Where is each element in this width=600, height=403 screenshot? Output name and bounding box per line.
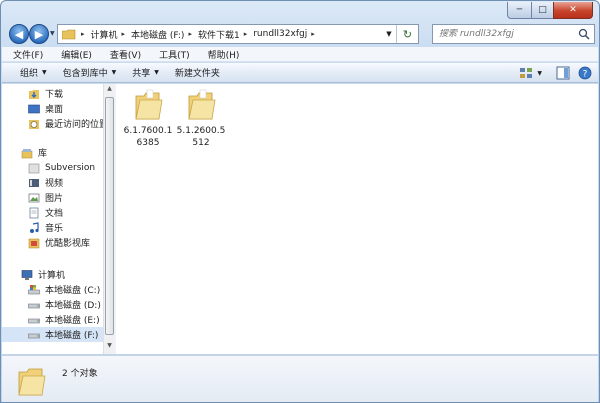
- file-name: 6.1.7600.16385: [123, 126, 173, 148]
- scrollbar-thumb[interactable]: [105, 97, 114, 335]
- menu-file[interactable]: 文件(F): [2, 48, 50, 61]
- music-icon: [30, 221, 39, 233]
- chevron-down-icon[interactable]: ▼: [537, 70, 542, 77]
- picture-icon: [28, 193, 40, 202]
- file-name: 5.1.2600.5512: [176, 126, 226, 148]
- sidebar-item-documents[interactable]: 文档: [2, 205, 103, 220]
- sidebar-item-music[interactable]: 音乐: [2, 220, 103, 235]
- preview-pane-icon[interactable]: [556, 66, 570, 80]
- file-item-folder[interactable]: 5.1.2600.5512: [175, 88, 227, 149]
- chevron-down-icon: ▼: [111, 69, 117, 76]
- forward-arrow-icon: ▶: [34, 27, 44, 41]
- caption-buttons: ─ □ ✕: [507, 2, 593, 19]
- refresh-icon: ↻: [402, 27, 413, 41]
- computer-icon: [21, 269, 33, 280]
- sidebar-item-desktop[interactable]: 桌面: [2, 101, 103, 116]
- breadcrumb-separator[interactable]: ▸: [311, 30, 315, 38]
- library-icon: [21, 148, 33, 158]
- desktop-icon: [28, 104, 40, 113]
- youku-library-icon: [28, 238, 40, 248]
- menu-tools[interactable]: 工具(T): [148, 48, 197, 61]
- refresh-button[interactable]: ↻: [396, 25, 418, 43]
- help-icon[interactable]: ?: [578, 66, 592, 80]
- details-pane: 2 个对象: [2, 355, 598, 402]
- sidebar-item-pictures[interactable]: 图片: [2, 190, 103, 205]
- chevron-down-icon: ▼: [154, 69, 159, 76]
- navigation-pane-scrollbar[interactable]: ▲ ▼: [103, 84, 114, 354]
- drive-icon: [28, 303, 40, 308]
- sidebar-item-drive-c[interactable]: 本地磁盘 (C:): [2, 282, 103, 297]
- address-bar[interactable]: ▸ 计算机 ▸ 本地磁盘 (F:) ▸ 软件下载1 ▸ rundll32xfgj…: [57, 24, 419, 44]
- share-button[interactable]: 共享 ▼: [124, 66, 167, 79]
- folder-icon: [18, 368, 46, 396]
- back-button[interactable]: ◀: [9, 24, 29, 44]
- explorer-window: ─ □ ✕ ◀ ▶ ▼ ▸ 计算机 ▸ 本地磁盘 (F:) ▸ 软件下载1 ▸ …: [0, 0, 600, 403]
- document-icon: [29, 207, 39, 218]
- close-button[interactable]: ✕: [553, 2, 593, 19]
- maximize-button[interactable]: □: [531, 2, 553, 19]
- folder-icon: [135, 89, 163, 120]
- recent-pages-dropdown[interactable]: ▼: [50, 30, 55, 37]
- drive-icon: [28, 333, 40, 338]
- menu-edit[interactable]: 编辑(E): [50, 48, 99, 61]
- breadcrumb-computer[interactable]: 计算机: [88, 28, 121, 41]
- item-count: 2 个对象: [62, 369, 98, 379]
- organize-button[interactable]: 组织 ▼: [2, 66, 55, 79]
- sidebar-item-subversion[interactable]: Subversion: [2, 160, 103, 175]
- chevron-down-icon: ▼: [42, 69, 47, 76]
- menu-help[interactable]: 帮助(H): [197, 48, 247, 61]
- search-icon[interactable]: [578, 28, 590, 40]
- folder-icon: [62, 29, 76, 39]
- sidebar-item-drive-e[interactable]: 本地磁盘 (E:): [2, 312, 103, 327]
- navigation-bar: ◀ ▶ ▼ ▸ 计算机 ▸ 本地磁盘 (F:) ▸ 软件下载1 ▸ rundll…: [7, 23, 595, 45]
- search-box[interactable]: [432, 24, 595, 44]
- sidebar-item-drive-f[interactable]: 本地磁盘 (F:): [2, 327, 103, 342]
- menu-view[interactable]: 查看(V): [99, 48, 148, 61]
- folder-icon: [188, 89, 216, 120]
- file-item-folder[interactable]: 6.1.7600.16385: [122, 88, 174, 149]
- menu-bar: 文件(F) 编辑(E) 查看(V) 工具(T) 帮助(H): [2, 47, 598, 62]
- system-drive-icon: [28, 284, 40, 294]
- new-folder-button[interactable]: 新建文件夹: [167, 66, 228, 79]
- scroll-up-icon[interactable]: ▲: [105, 85, 114, 95]
- breadcrumb-separator[interactable]: ▸: [122, 30, 126, 38]
- breadcrumb-separator[interactable]: ▸: [81, 30, 85, 38]
- breadcrumb-downloads[interactable]: 软件下载1: [195, 28, 243, 41]
- address-history-dropdown[interactable]: ▼: [382, 30, 396, 38]
- sidebar-item-videos[interactable]: 视频: [2, 175, 103, 190]
- command-bar: 组织 ▼ 包含到库中 ▼ 共享 ▼ 新建文件夹 ▼ ?: [2, 63, 598, 83]
- minimize-button[interactable]: ─: [507, 2, 531, 19]
- navigation-pane: 下载 桌面 最近访问的位置 库 Subversion 视频 图片 文档 音乐 优…: [2, 84, 103, 354]
- file-list: 6.1.7600.16385 5.1.2600.5512: [116, 84, 598, 354]
- breadcrumb-drive-f[interactable]: 本地磁盘 (F:): [128, 28, 187, 41]
- breadcrumb-separator[interactable]: ▸: [244, 30, 248, 38]
- sidebar-item-drive-d[interactable]: 本地磁盘 (D:): [2, 297, 103, 312]
- forward-button[interactable]: ▶: [29, 24, 49, 44]
- view-options-icon[interactable]: [519, 66, 533, 80]
- breadcrumb-separator[interactable]: ▸: [188, 30, 192, 38]
- recent-places-icon: [29, 119, 39, 129]
- search-input[interactable]: [433, 29, 573, 39]
- subversion-icon: [28, 163, 40, 173]
- svg-text:?: ?: [583, 70, 588, 80]
- include-in-library-button[interactable]: 包含到库中 ▼: [55, 66, 125, 79]
- breadcrumb-current-folder[interactable]: rundll32xfgj: [250, 29, 310, 39]
- content-area: 下载 桌面 最近访问的位置 库 Subversion 视频 图片 文档 音乐 优…: [2, 84, 598, 354]
- scroll-down-icon[interactable]: ▼: [105, 342, 114, 352]
- sidebar-item-libraries[interactable]: 库: [2, 145, 103, 160]
- back-arrow-icon: ◀: [14, 27, 24, 41]
- video-icon: [29, 178, 39, 187]
- drive-icon: [28, 318, 40, 323]
- sidebar-item-youku-library[interactable]: 优酷影视库: [2, 235, 103, 250]
- sidebar-item-recent-places[interactable]: 最近访问的位置: [2, 116, 103, 131]
- sidebar-item-computer[interactable]: 计算机: [2, 267, 103, 282]
- sidebar-item-downloads[interactable]: 下载: [2, 86, 103, 101]
- download-folder-icon: [29, 89, 39, 99]
